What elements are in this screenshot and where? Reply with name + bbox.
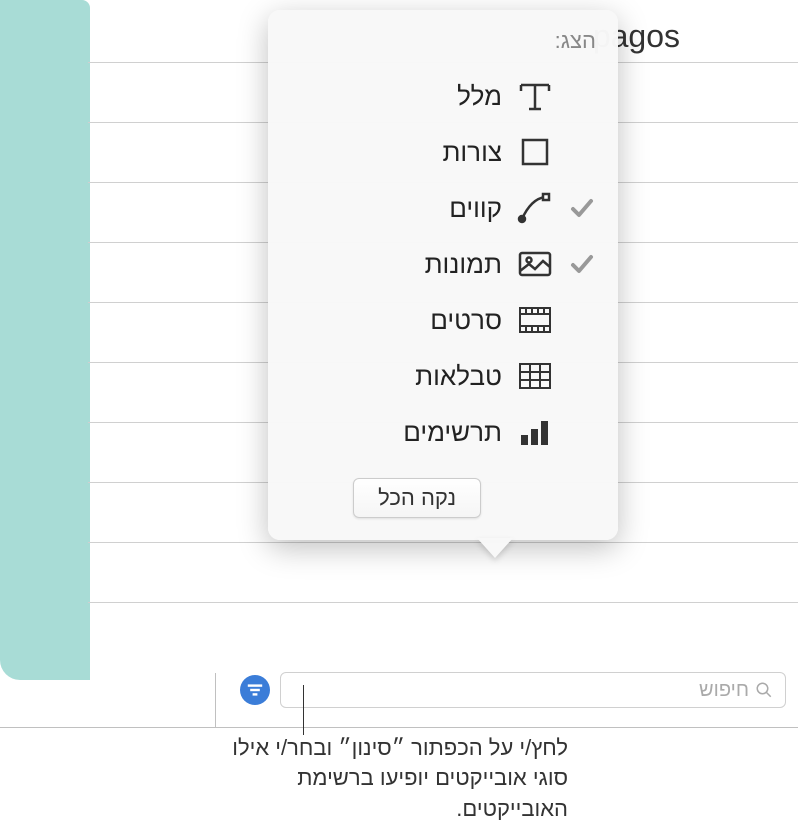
check-slot bbox=[568, 306, 596, 334]
check-slot bbox=[568, 138, 596, 166]
movie-icon bbox=[516, 302, 554, 338]
filter-item-movies[interactable]: סרטים bbox=[290, 292, 596, 348]
filter-label: סרטים bbox=[430, 305, 502, 336]
filter-label: תמונות bbox=[425, 249, 502, 280]
filter-label: טבלאות bbox=[415, 361, 502, 392]
image-icon bbox=[516, 246, 554, 282]
background-panel bbox=[0, 0, 90, 680]
clear-all-button[interactable]: נקה הכל bbox=[353, 478, 481, 518]
check-slot bbox=[568, 194, 596, 222]
line-icon bbox=[516, 190, 554, 226]
filter-label: תרשימים bbox=[403, 417, 502, 448]
search-bar: חיפוש bbox=[240, 672, 786, 708]
filter-label: קווים bbox=[449, 193, 502, 224]
text-icon bbox=[516, 78, 554, 114]
check-slot bbox=[568, 82, 596, 110]
popover-arrow bbox=[477, 538, 513, 558]
filter-item-text[interactable]: מלל bbox=[290, 68, 596, 124]
filter-item-lines[interactable]: קווים bbox=[290, 180, 596, 236]
shape-icon bbox=[516, 134, 554, 170]
filter-item-tables[interactable]: טבלאות bbox=[290, 348, 596, 404]
filter-list: מלל צורות קווים bbox=[290, 68, 596, 460]
filter-item-shapes[interactable]: צורות bbox=[290, 124, 596, 180]
filter-label: מלל bbox=[457, 81, 502, 112]
annotation-text: לחץ/י על הכפתור ״סינון״ ובחר/י אילו סוגי… bbox=[228, 733, 568, 825]
filter-button[interactable] bbox=[240, 675, 270, 705]
filter-popover: הצג: מלל צורו bbox=[268, 10, 618, 540]
search-input[interactable]: חיפוש bbox=[280, 672, 786, 708]
search-placeholder: חיפוש bbox=[699, 679, 749, 702]
filter-item-images[interactable]: תמונות bbox=[290, 236, 596, 292]
filter-item-charts[interactable]: תרשימים bbox=[290, 404, 596, 460]
check-slot bbox=[568, 362, 596, 390]
annotation-line bbox=[303, 685, 304, 735]
side-divider bbox=[215, 673, 216, 728]
search-icon bbox=[755, 681, 773, 699]
check-slot bbox=[568, 418, 596, 446]
chart-icon bbox=[516, 414, 554, 450]
check-slot bbox=[568, 250, 596, 278]
filter-label: צורות bbox=[442, 137, 502, 168]
table-icon bbox=[516, 358, 554, 394]
popover-title: הצג: bbox=[290, 28, 596, 54]
bottom-divider bbox=[0, 727, 798, 728]
filter-icon bbox=[247, 683, 263, 697]
